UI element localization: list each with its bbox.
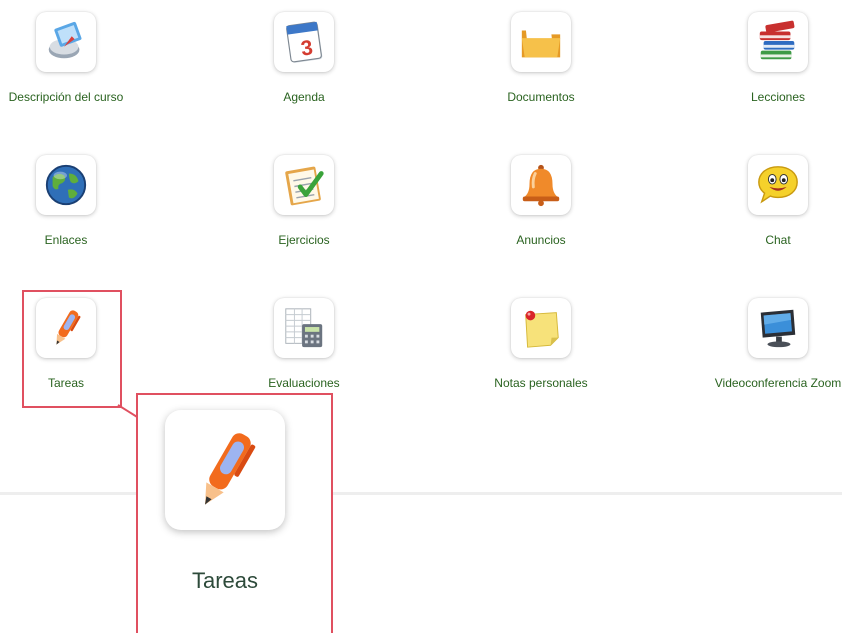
- zoom-callout-tile: [165, 410, 285, 530]
- monitor-icon: [760, 309, 796, 348]
- tool-tile[interactable]: 3: [274, 12, 334, 72]
- tool-lecciones[interactable]: Lecciones: [678, 12, 842, 104]
- tool-tile[interactable]: [274, 155, 334, 215]
- tool-videoconferencia-zoom[interactable]: Videoconferencia Zoom: [678, 298, 842, 390]
- calculator-icon: [285, 308, 323, 348]
- tool-label[interactable]: Videoconferencia Zoom: [678, 376, 842, 390]
- zoom-callout-label: Tareas: [191, 568, 259, 593]
- sticky-note-icon: [525, 310, 559, 348]
- tool-tile[interactable]: [36, 12, 96, 72]
- tool-label[interactable]: Ejercicios: [204, 233, 404, 247]
- tool-notas-personales[interactable]: Notas personales: [441, 298, 641, 390]
- tool-agenda[interactable]: 3 Agenda: [204, 12, 404, 104]
- tool-anuncios[interactable]: Anuncios: [441, 155, 641, 247]
- tool-label[interactable]: Anuncios: [441, 233, 641, 247]
- tool-ejercicios[interactable]: Ejercicios: [204, 155, 404, 247]
- tool-evaluaciones[interactable]: Evaluaciones: [204, 298, 404, 390]
- highlight-box: [22, 290, 122, 408]
- tool-tile[interactable]: [274, 298, 334, 358]
- tool-tile[interactable]: [511, 155, 571, 215]
- calendar-icon: 3: [286, 21, 323, 63]
- tool-tile[interactable]: [511, 12, 571, 72]
- tool-label[interactable]: Agenda: [204, 90, 404, 104]
- tool-tile[interactable]: [748, 298, 808, 358]
- globe-icon: [45, 164, 87, 206]
- tool-tile[interactable]: [748, 12, 808, 72]
- tool-tile[interactable]: [511, 298, 571, 358]
- section-divider: [0, 492, 842, 495]
- tool-documentos[interactable]: Documentos: [441, 12, 641, 104]
- course-description-icon: [48, 21, 82, 59]
- books-icon: [759, 20, 795, 60]
- pen-icon: [205, 433, 256, 505]
- tool-label[interactable]: Enlaces: [0, 233, 166, 247]
- smiley-chat-icon: [758, 166, 798, 204]
- tool-enlaces[interactable]: Enlaces: [0, 155, 166, 247]
- tool-label[interactable]: Notas personales: [441, 376, 641, 390]
- checklist-icon: [285, 166, 324, 206]
- tool-label[interactable]: Documentos: [441, 90, 641, 104]
- tool-tile[interactable]: [36, 155, 96, 215]
- tool-label[interactable]: Descripción del curso: [0, 90, 166, 104]
- tool-tile[interactable]: [748, 155, 808, 215]
- folder-icon: [521, 26, 561, 58]
- tool-descripcion-del-curso[interactable]: Descripción del curso: [0, 12, 166, 104]
- tool-label[interactable]: Evaluaciones: [204, 376, 404, 390]
- bell-icon: [522, 164, 560, 207]
- tool-label[interactable]: Chat: [678, 233, 842, 247]
- tool-chat[interactable]: Chat: [678, 155, 842, 247]
- tool-label[interactable]: Lecciones: [678, 90, 842, 104]
